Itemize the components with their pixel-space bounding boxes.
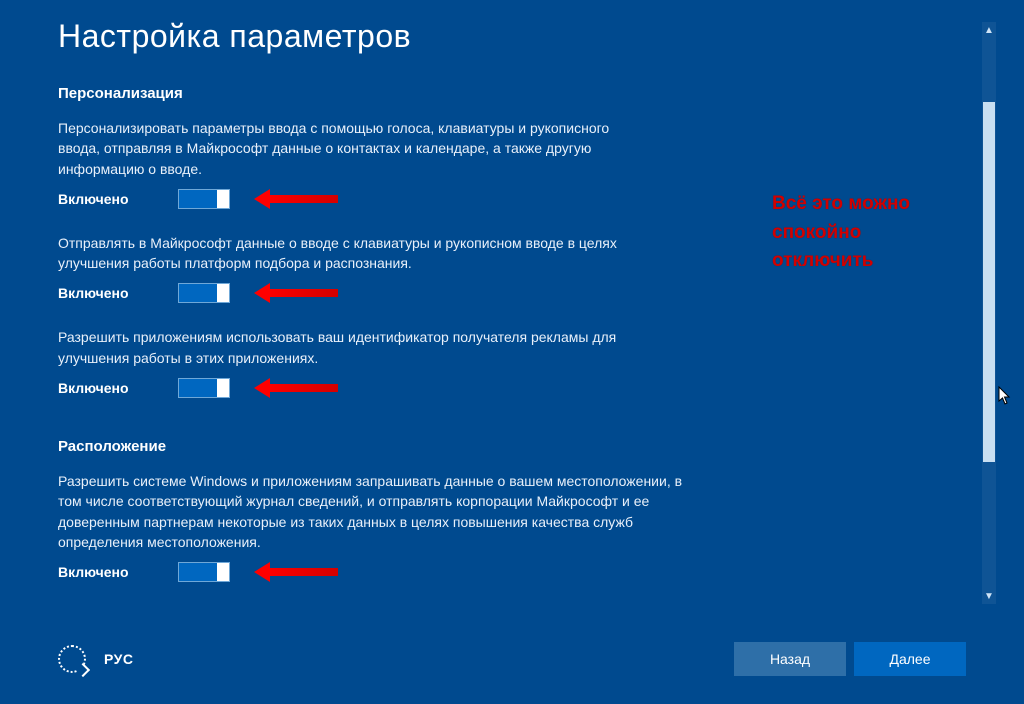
option-row: Включено	[58, 562, 688, 582]
mouse-cursor-icon	[998, 386, 1012, 406]
annotation-arrow-icon	[268, 289, 338, 297]
toggle-switch[interactable]	[178, 189, 230, 209]
bottom-right: Назад Далее	[734, 642, 966, 676]
toggle-knob	[217, 379, 229, 397]
toggle-knob	[217, 284, 229, 302]
scroll-up-icon[interactable]: ▲	[982, 22, 996, 38]
option-advertising-id: Разрешить приложениям использовать ваш и…	[58, 327, 648, 398]
section-heading: Расположение	[58, 438, 966, 455]
option-desc: Отправлять в Майкрософт данные о вводе с…	[58, 233, 648, 274]
toggle-knob	[217, 563, 229, 581]
toggle-knob	[217, 190, 229, 208]
toggle-state-label: Включено	[58, 564, 148, 580]
annotation-arrow-icon	[268, 384, 338, 392]
language-indicator[interactable]: РУС	[104, 651, 133, 667]
option-row: Включено	[58, 283, 648, 303]
toggle-switch[interactable]	[178, 378, 230, 398]
ease-of-access-icon[interactable]	[58, 645, 86, 673]
section-location: Расположение Разрешить системе Windows и…	[58, 438, 966, 582]
option-typing-data: Отправлять в Майкрософт данные о вводе с…	[58, 233, 648, 304]
next-button[interactable]: Далее	[854, 642, 966, 676]
option-row: Включено	[58, 189, 648, 209]
option-desc: Разрешить приложениям использовать ваш и…	[58, 327, 648, 368]
option-location: Разрешить системе Windows и приложениям …	[58, 471, 688, 582]
option-input-personalization: Персонализировать параметры ввода с помо…	[58, 118, 648, 209]
scrollbar[interactable]: ▲ ▼	[982, 22, 996, 604]
back-button[interactable]: Назад	[734, 642, 846, 676]
toggle-switch[interactable]	[178, 562, 230, 582]
bottom-bar: РУС Назад Далее	[0, 632, 1024, 704]
scroll-down-icon[interactable]: ▼	[982, 588, 996, 604]
toggle-state-label: Включено	[58, 191, 148, 207]
toggle-state-label: Включено	[58, 380, 148, 396]
toggle-switch[interactable]	[178, 283, 230, 303]
scrollbar-thumb[interactable]	[983, 102, 995, 462]
section-heading: Персонализация	[58, 85, 966, 102]
settings-page: Настройка параметров Персонализация Перс…	[0, 0, 1024, 704]
page-title: Настройка параметров	[58, 18, 966, 55]
bottom-left: РУС	[58, 645, 133, 673]
option-row: Включено	[58, 378, 648, 398]
section-personalization: Персонализация Персонализировать парамет…	[58, 85, 966, 398]
option-desc: Персонализировать параметры ввода с помо…	[58, 118, 648, 179]
option-desc: Разрешить системе Windows и приложениям …	[58, 471, 688, 552]
annotation-arrow-icon	[268, 568, 338, 576]
annotation-arrow-icon	[268, 195, 338, 203]
toggle-state-label: Включено	[58, 285, 148, 301]
